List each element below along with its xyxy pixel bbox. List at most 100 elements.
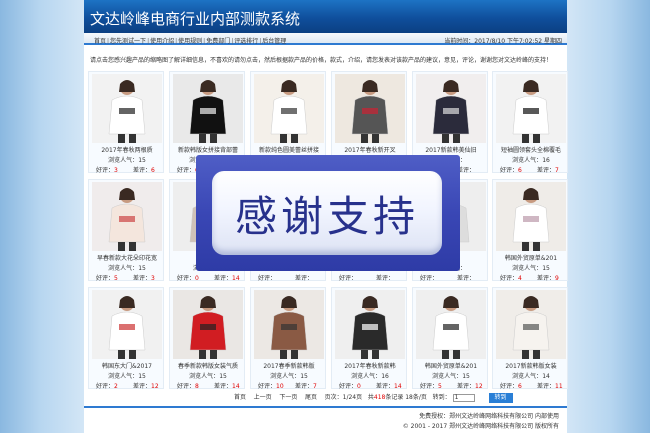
product-name[interactable]: 2017春季新款韩版 xyxy=(251,361,327,370)
pager-goto-input[interactable]: 1 xyxy=(452,393,475,402)
bad-label: 差评： xyxy=(376,275,395,282)
product-name[interactable]: 韩国外贸原单&201 xyxy=(413,361,489,370)
bad-rating: 差评：14 xyxy=(214,273,240,282)
product-thumbnail[interactable] xyxy=(496,290,566,359)
product-card[interactable]: 2017春季新款韩版 浏览人气：15 好评：10 差评：7 xyxy=(250,287,327,390)
product-clicks: 浏览人气：14 xyxy=(493,371,569,380)
product-thumbnail[interactable] xyxy=(254,290,324,359)
clicks-value: 16 xyxy=(381,373,389,380)
bad-label: 差评： xyxy=(537,167,556,174)
clicks-value: 15 xyxy=(219,373,227,380)
clicks-label: 浏览人气： xyxy=(270,373,301,380)
product-card[interactable]: 春季新款韩版女装气质 浏览人气：15 好评：8 差评：14 xyxy=(169,287,246,390)
good-label: 好评： xyxy=(96,383,115,390)
nav-try[interactable]: 您先测试一下 xyxy=(110,38,146,45)
product-name[interactable]: 早春新款大花朵印花宽 xyxy=(89,253,165,262)
bad-value: 14 xyxy=(232,275,240,282)
product-thumbnail[interactable] xyxy=(496,182,566,251)
good-label: 好评： xyxy=(96,275,115,282)
good-label: 好评： xyxy=(500,167,519,174)
good-label: 好评： xyxy=(500,275,519,282)
footer-divider xyxy=(84,406,567,408)
nav-rules[interactable]: 使用规则 xyxy=(178,38,202,45)
product-name[interactable]: 短袖圆领套头全棉覆毛 xyxy=(493,145,569,154)
good-label: 好评： xyxy=(339,383,358,390)
bad-label: 差评： xyxy=(457,383,476,390)
thanks-text: 感谢支持 xyxy=(234,192,419,241)
product-name[interactable]: 韩国东大门&2017 xyxy=(89,361,165,370)
good-rating: 好评：4 xyxy=(500,273,522,282)
product-name[interactable]: 新款纯色圆美蕾丝拼接 xyxy=(251,145,327,154)
good-label: 好评： xyxy=(258,275,277,282)
good-label: 好评： xyxy=(420,275,439,282)
pager-next[interactable]: 下一页 xyxy=(279,394,297,401)
thanks-overlay-panel: 感谢支持 xyxy=(212,171,442,255)
product-card[interactable]: 韩国东大门&2017 浏览人气：15 好评：2 差评：12 xyxy=(88,287,165,390)
product-thumbnail[interactable] xyxy=(173,290,243,359)
product-name[interactable]: 2017年春秋新款韩 xyxy=(332,361,408,370)
good-value: 5 xyxy=(438,383,442,390)
product-thumbnail[interactable] xyxy=(254,74,324,143)
product-clicks: 浏览人气：15 xyxy=(89,263,165,272)
pager-goto-button[interactable]: 转到 xyxy=(488,392,513,403)
nav-ranking[interactable]: 评选排行 xyxy=(234,38,258,45)
product-thumbnail[interactable] xyxy=(92,182,162,251)
product-card[interactable]: 韩国外贸原单&201 浏览人气：15 好评：5 差评：12 xyxy=(412,287,489,390)
nav-free[interactable]: 免费部门 xyxy=(206,38,230,45)
bad-value: 7 xyxy=(555,167,559,174)
clicks-value: 14 xyxy=(542,373,550,380)
product-thumbnail[interactable] xyxy=(92,290,162,359)
product-thumbnail[interactable] xyxy=(416,290,486,359)
clicks-value: 15 xyxy=(542,265,550,272)
nav-home[interactable]: 首页 xyxy=(94,38,106,45)
good-rating: 好评：2 xyxy=(96,381,118,390)
good-label: 好评： xyxy=(96,167,115,174)
product-card[interactable]: 2017年春秋两根质 浏览人气：15 好评：3 差评：6 xyxy=(88,71,165,174)
good-label: 好评： xyxy=(177,167,196,174)
clicks-value: 15 xyxy=(462,373,470,380)
site-title: 文达岭峰电商行业内部测款系统 xyxy=(90,10,301,28)
product-thumbnail[interactable] xyxy=(416,74,486,143)
clicks-value: 15 xyxy=(138,157,146,164)
pager-last[interactable]: 尾页 xyxy=(305,394,317,401)
pager-prev[interactable]: 上一页 xyxy=(254,394,272,401)
product-card[interactable]: 短袖圆领套头全棉覆毛 浏览人气：16 好评：6 差评：7 xyxy=(492,71,569,174)
clicks-label: 浏览人气： xyxy=(351,373,382,380)
good-label: 好评： xyxy=(258,383,277,390)
product-thumbnail[interactable] xyxy=(335,290,405,359)
product-card[interactable]: 2017新款韩版女装 浏览人气：14 好评：6 差评：11 xyxy=(492,287,569,390)
product-name[interactable]: 2017新款韩美仙旧 xyxy=(413,145,489,154)
footer-copyright: © 2001 - 2017 郑州文达岭峰网络科技有限公司 版权所有 xyxy=(402,423,559,430)
product-clicks: 浏览人气：15 xyxy=(413,371,489,380)
bad-value: 12 xyxy=(475,383,483,390)
bad-label: 差评： xyxy=(133,167,152,174)
pager-first[interactable]: 首页 xyxy=(234,394,246,401)
product-card[interactable]: 2017年春秋新款韩 浏览人气：16 好评：0 差评：14 xyxy=(331,287,408,390)
product-name[interactable]: 春季新款韩版女装气质 xyxy=(170,361,246,370)
good-rating: 好评：3 xyxy=(96,165,118,174)
good-rating: 好评： xyxy=(420,273,438,282)
good-rating: 好评： xyxy=(258,273,276,282)
pager-total-suffix: 条记录 18条/页 xyxy=(385,394,427,401)
product-clicks: 浏览人气：16 xyxy=(493,155,569,164)
product-thumbnail[interactable] xyxy=(496,74,566,143)
nav-intro[interactable]: 使用介绍 xyxy=(150,38,174,45)
good-rating: 好评：5 xyxy=(420,381,442,390)
product-name[interactable]: 新款韩版女拼接背部蕾 xyxy=(170,145,246,154)
good-label: 好评： xyxy=(177,383,196,390)
product-name[interactable]: 韩国外贸原单&201 xyxy=(493,253,569,262)
product-card[interactable]: 早春新款大花朵印花宽 浏览人气：15 好评：5 差评：3 xyxy=(88,179,165,282)
nav-admin[interactable]: 后台管理 xyxy=(262,38,286,45)
product-name[interactable]: 2017新款韩版女装 xyxy=(493,361,569,370)
footer-license: 免费授权：郑州文达岭峰网络科技有限公司 内部使用 xyxy=(419,413,559,420)
product-thumbnail[interactable] xyxy=(92,74,162,143)
product-name[interactable]: 2017年春秋两根质 xyxy=(89,145,165,154)
good-rating: 好评：10 xyxy=(258,381,284,390)
product-card[interactable]: 韩国外贸原单&201 浏览人气：15 好评：4 差评：9 xyxy=(492,179,569,282)
product-thumbnail[interactable] xyxy=(335,74,405,143)
good-label: 好评： xyxy=(500,383,519,390)
product-thumbnail[interactable] xyxy=(173,74,243,143)
bad-value: 7 xyxy=(313,383,317,390)
product-name[interactable]: 2017年春秋新开叉 xyxy=(332,145,408,154)
bad-value: 9 xyxy=(555,275,559,282)
